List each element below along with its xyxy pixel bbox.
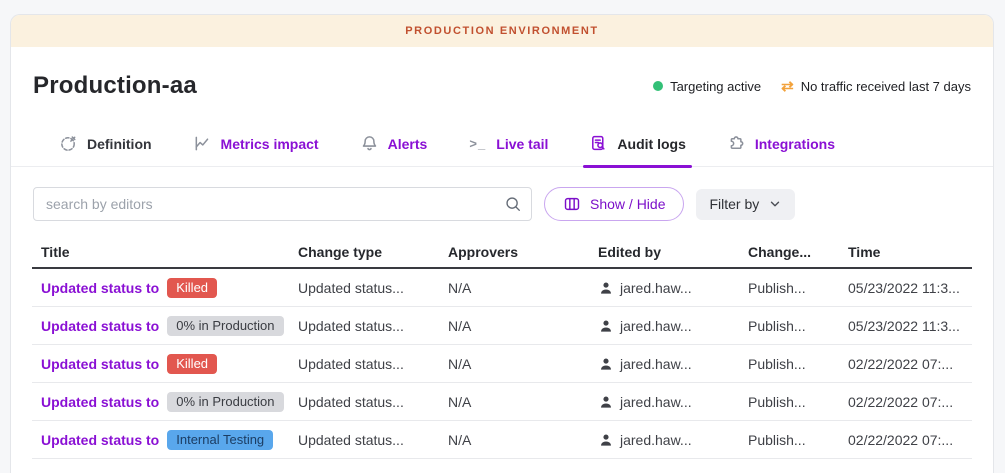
toolbar: Show / Hide Filter by (11, 187, 993, 221)
row-edited-by: jared.haw... (598, 280, 748, 296)
line-chart-icon (193, 134, 212, 153)
show-hide-button[interactable]: Show / Hide (544, 187, 684, 221)
filter-by-button[interactable]: Filter by (696, 189, 795, 220)
person-icon (598, 356, 614, 372)
status-badge: Killed (167, 354, 217, 374)
row-change: Publish... (748, 318, 848, 334)
row-time: 02/22/2022 07:... (848, 356, 972, 372)
tab-label: Live tail (496, 136, 548, 152)
table-header-row: Title Change type Approvers Edited by Ch… (32, 236, 972, 269)
status-group: Targeting active ⇄ No traffic received l… (653, 79, 971, 94)
row-approvers: N/A (448, 394, 598, 410)
row-title-link[interactable]: Updated status to (41, 432, 159, 448)
traffic-arrows-icon: ⇄ (781, 79, 794, 94)
audit-log-table: Title Change type Approvers Edited by Ch… (32, 236, 972, 459)
traffic-status: ⇄ No traffic received last 7 days (781, 79, 971, 94)
tab-label: Definition (87, 136, 152, 152)
tab-label: Integrations (755, 136, 835, 152)
tab-bar: Definition Metrics impact Alerts >_ Li (11, 134, 993, 167)
tab-label: Audit logs (617, 136, 685, 152)
row-change: Publish... (748, 356, 848, 372)
search-box (33, 187, 532, 221)
row-approvers: N/A (448, 318, 598, 334)
row-title-link[interactable]: Updated status to (41, 280, 159, 296)
status-badge: 0% in Production (167, 392, 283, 412)
column-header-change-type[interactable]: Change type (298, 244, 448, 260)
search-icon (504, 195, 522, 218)
row-approvers: N/A (448, 280, 598, 296)
row-edited-by: jared.haw... (598, 356, 748, 372)
row-time: 05/23/2022 11:3... (848, 280, 972, 296)
status-badge: Internal Testing (167, 430, 273, 450)
column-header-time[interactable]: Time (848, 244, 972, 260)
table-row[interactable]: Updated status to Killed Updated status.… (32, 269, 972, 307)
status-badge: Killed (167, 278, 217, 298)
puzzle-icon (727, 134, 746, 153)
row-approvers: N/A (448, 356, 598, 372)
person-icon (598, 432, 614, 448)
person-icon (598, 318, 614, 334)
row-time: 02/22/2022 07:... (848, 432, 972, 448)
column-header-approvers[interactable]: Approvers (448, 244, 598, 260)
tab-alerts[interactable]: Alerts (360, 134, 428, 166)
chevron-down-icon (768, 197, 782, 211)
targeting-status: Targeting active (653, 79, 761, 94)
tab-label: Metrics impact (221, 136, 319, 152)
row-change-type: Updated status... (298, 280, 448, 296)
row-edited-by: jared.haw... (598, 432, 748, 448)
row-change-type: Updated status... (298, 356, 448, 372)
row-change: Publish... (748, 394, 848, 410)
tab-integrations[interactable]: Integrations (727, 134, 835, 166)
row-change: Publish... (748, 432, 848, 448)
bell-icon (360, 134, 379, 153)
row-approvers: N/A (448, 432, 598, 448)
environment-banner: PRODUCTION ENVIRONMENT (11, 15, 993, 47)
row-title-link[interactable]: Updated status to (41, 394, 159, 410)
row-change-type: Updated status... (298, 318, 448, 334)
row-edited-by: jared.haw... (598, 394, 748, 410)
tab-live-tail[interactable]: >_ Live tail (468, 134, 548, 166)
audit-log-icon (589, 134, 608, 153)
table-row[interactable]: Updated status to Internal Testing Updat… (32, 421, 972, 459)
column-header-edited-by[interactable]: Edited by (598, 244, 748, 260)
columns-icon (563, 195, 581, 213)
table-row[interactable]: Updated status to 0% in Production Updat… (32, 307, 972, 345)
page-header: Production-aa Targeting active ⇄ No traf… (11, 72, 993, 100)
status-badge: 0% in Production (167, 316, 283, 336)
tab-definition[interactable]: Definition (59, 134, 152, 166)
row-edited-by: jared.haw... (598, 318, 748, 334)
tab-label: Alerts (388, 136, 428, 152)
environment-card: PRODUCTION ENVIRONMENT Production-aa Tar… (10, 14, 994, 473)
column-header-change[interactable]: Change... (748, 244, 848, 260)
green-dot-icon (653, 81, 663, 91)
environment-banner-label: PRODUCTION ENVIRONMENT (405, 25, 598, 37)
table-row[interactable]: Updated status to 0% in Production Updat… (32, 383, 972, 421)
row-time: 02/22/2022 07:... (848, 394, 972, 410)
traffic-status-label: No traffic received last 7 days (801, 79, 971, 94)
row-change: Publish... (748, 280, 848, 296)
person-icon (598, 280, 614, 296)
show-hide-label: Show / Hide (590, 196, 665, 212)
targeting-status-label: Targeting active (670, 79, 761, 94)
gauge-pen-icon (59, 134, 78, 153)
search-input[interactable] (33, 187, 532, 221)
row-time: 05/23/2022 11:3... (848, 318, 972, 334)
row-change-type: Updated status... (298, 432, 448, 448)
filter-by-label: Filter by (709, 196, 759, 212)
column-header-title[interactable]: Title (41, 244, 298, 260)
row-change-type: Updated status... (298, 394, 448, 410)
tab-metrics-impact[interactable]: Metrics impact (193, 134, 319, 166)
person-icon (598, 394, 614, 410)
tab-audit-logs[interactable]: Audit logs (589, 134, 685, 166)
row-title-link[interactable]: Updated status to (41, 356, 159, 372)
table-row[interactable]: Updated status to Killed Updated status.… (32, 345, 972, 383)
terminal-icon: >_ (468, 134, 487, 153)
row-title-link[interactable]: Updated status to (41, 318, 159, 334)
page-title: Production-aa (33, 72, 197, 100)
